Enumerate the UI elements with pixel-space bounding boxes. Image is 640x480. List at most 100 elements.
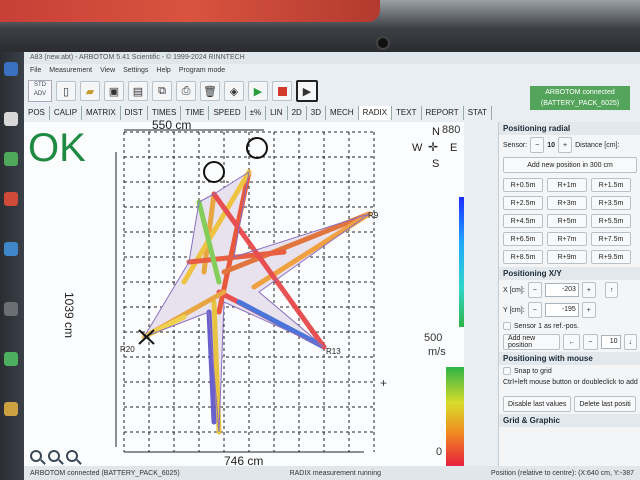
disable-last-values-button[interactable]: Disable last values bbox=[503, 396, 572, 412]
menu-file[interactable]: File bbox=[30, 67, 41, 74]
step-input[interactable]: 10 bbox=[600, 335, 621, 349]
tab-percent[interactable]: ±% bbox=[246, 106, 267, 120]
r-offset-button[interactable]: R+1m bbox=[547, 178, 587, 192]
desktop-icon[interactable] bbox=[4, 242, 18, 256]
start-measurement-icon[interactable]: ▶ bbox=[248, 81, 268, 101]
save-icon[interactable]: ▣ bbox=[104, 81, 124, 101]
stop-icon[interactable] bbox=[272, 81, 292, 101]
print-icon[interactable]: ⎙ bbox=[176, 81, 196, 101]
arrow-up-icon[interactable]: ↑ bbox=[604, 282, 619, 298]
zoom-fit-icon[interactable] bbox=[66, 450, 78, 462]
background-object bbox=[0, 0, 380, 22]
menu-bar: File Measurement View Settings Help Prog… bbox=[24, 64, 510, 76]
std-adv-toggle[interactable]: STD ADV bbox=[28, 80, 52, 102]
sensor-marker[interactable] bbox=[203, 161, 225, 183]
y-input[interactable]: -195 bbox=[544, 303, 579, 317]
r-offset-button[interactable]: R+6.5m bbox=[503, 232, 543, 246]
x-decrement-button[interactable]: − bbox=[527, 282, 542, 298]
delete-icon[interactable]: 🗑 bbox=[200, 81, 220, 101]
zoom-in-icon[interactable] bbox=[30, 450, 42, 462]
tab-3d[interactable]: 3D bbox=[307, 106, 327, 120]
desktop-icon[interactable] bbox=[4, 352, 18, 366]
menu-measurement[interactable]: Measurement bbox=[49, 67, 92, 74]
tomogram-plot[interactable]: R20 R13 R9 + OK 550 cm 1039 cm 746 cm N … bbox=[24, 118, 479, 480]
positioning-mouse-title[interactable]: Positioning with mouse bbox=[499, 352, 640, 365]
sensor-decrement-button[interactable]: − bbox=[530, 137, 545, 153]
r-offset-button[interactable]: R+8.5m bbox=[503, 250, 543, 264]
r-offset-button[interactable]: R+2.5m bbox=[503, 196, 543, 210]
save-as-icon[interactable]: ▤ bbox=[128, 81, 148, 101]
tomogram-canvas[interactable]: R20 R13 R9 + bbox=[24, 122, 479, 480]
desktop-edge bbox=[0, 52, 24, 480]
mouse-hint: Ctrl+left mouse button or doubleclick to… bbox=[503, 379, 640, 386]
menu-settings[interactable]: Settings bbox=[123, 67, 148, 74]
tab-report[interactable]: REPORT bbox=[422, 106, 464, 120]
r-offset-button[interactable]: R+0.5m bbox=[503, 178, 543, 192]
tab-dist[interactable]: DIST bbox=[121, 106, 148, 120]
tab-calip[interactable]: CALIP bbox=[50, 106, 83, 120]
scale-mid: 500 bbox=[424, 332, 443, 344]
zoom-out-icon[interactable] bbox=[48, 450, 60, 462]
tab-pos[interactable]: POS bbox=[24, 106, 50, 120]
r-offset-button[interactable]: R+3.5m bbox=[591, 196, 631, 210]
window-title: A83 (new.abt) - ARBOTOM 5.41 Scientific … bbox=[24, 52, 640, 64]
desktop-icon[interactable] bbox=[4, 192, 18, 206]
play-abt-icon[interactable]: ▶ bbox=[296, 80, 318, 102]
desktop-icon[interactable] bbox=[4, 62, 18, 76]
new-file-icon[interactable]: ▯ bbox=[56, 81, 76, 101]
sensor-increment-button[interactable]: + bbox=[558, 137, 573, 153]
r-offset-button[interactable]: R+9.5m bbox=[591, 250, 631, 264]
open-folder-icon[interactable]: ▰ bbox=[80, 81, 100, 101]
app-window: A83 (new.abt) - ARBOTOM 5.41 Scientific … bbox=[24, 52, 640, 480]
y-decrement-button[interactable]: − bbox=[527, 302, 542, 318]
menu-view[interactable]: View bbox=[100, 67, 115, 74]
tab-stat[interactable]: STAT bbox=[464, 106, 492, 120]
tab-speed[interactable]: SPEED bbox=[209, 106, 246, 120]
positioning-radial-title[interactable]: Positioning radial bbox=[499, 122, 640, 135]
sensor-marker[interactable] bbox=[246, 137, 268, 159]
status-position: Position (relative to centre): (X:640 cm… bbox=[490, 469, 634, 477]
grid-graphic-title[interactable]: Grid & Graphic bbox=[499, 414, 640, 427]
sensor-label: Sensor: bbox=[503, 141, 528, 149]
r-offset-button[interactable]: R+7.5m bbox=[591, 232, 631, 246]
r-offset-button[interactable]: R+5.5m bbox=[591, 214, 631, 228]
tab-radix[interactable]: RADIX bbox=[358, 106, 393, 120]
step-decrement-button[interactable]: − bbox=[583, 334, 598, 350]
tab-mech[interactable]: MECH bbox=[326, 106, 359, 120]
positioning-xy-title[interactable]: Positioning X/Y bbox=[499, 267, 640, 280]
tab-lin[interactable]: LIN bbox=[266, 106, 288, 120]
xy-add-row: Add new position ← − 10 ↓ bbox=[499, 332, 640, 352]
copy-icon[interactable]: ⧉ bbox=[152, 81, 172, 101]
arrow-left-icon[interactable]: ← bbox=[563, 334, 581, 350]
menu-program-mode[interactable]: Program mode bbox=[179, 67, 225, 74]
device-icon[interactable]: ◈ bbox=[224, 81, 244, 101]
x-input[interactable]: -203 bbox=[544, 283, 579, 297]
add-xy-position-button[interactable]: Add new position bbox=[503, 334, 561, 350]
sensor-label-r20: R20 bbox=[120, 345, 135, 354]
r-offset-button[interactable]: R+1.5m bbox=[591, 178, 631, 192]
sensor1-ref-checkbox[interactable] bbox=[503, 322, 511, 330]
desktop-icon[interactable] bbox=[4, 112, 18, 126]
delete-last-position-button[interactable]: Delete last positi bbox=[574, 396, 636, 412]
r-offset-button[interactable]: R+5m bbox=[547, 214, 587, 228]
compass-n: N bbox=[432, 126, 440, 138]
snap-to-grid-checkbox[interactable] bbox=[503, 367, 511, 375]
connection-status-badge: ARBOTOM connected (BATTERY_PACK_6025) bbox=[530, 86, 630, 110]
tab-text[interactable]: TEXT bbox=[392, 106, 422, 120]
r-offset-button[interactable]: R+9m bbox=[547, 250, 587, 264]
tab-2d[interactable]: 2D bbox=[288, 106, 307, 120]
desktop-icon[interactable] bbox=[4, 302, 18, 316]
desktop-icon[interactable] bbox=[4, 402, 18, 416]
sensor-value[interactable]: 10 bbox=[547, 142, 555, 149]
r-offset-button[interactable]: R+3m bbox=[547, 196, 587, 210]
menu-help[interactable]: Help bbox=[156, 67, 170, 74]
x-increment-button[interactable]: + bbox=[581, 282, 596, 298]
r-offset-button[interactable]: R+7m bbox=[547, 232, 587, 246]
add-radial-position-button[interactable]: Add new position in 300 cm bbox=[503, 157, 637, 173]
desktop-icon[interactable] bbox=[4, 152, 18, 166]
zoom-controls bbox=[30, 450, 78, 462]
tab-matrix[interactable]: MATRIX bbox=[82, 106, 121, 120]
y-increment-button[interactable]: + bbox=[581, 302, 596, 318]
arrow-down-icon[interactable]: ↓ bbox=[623, 334, 637, 350]
r-offset-button[interactable]: R+4.5m bbox=[503, 214, 543, 228]
